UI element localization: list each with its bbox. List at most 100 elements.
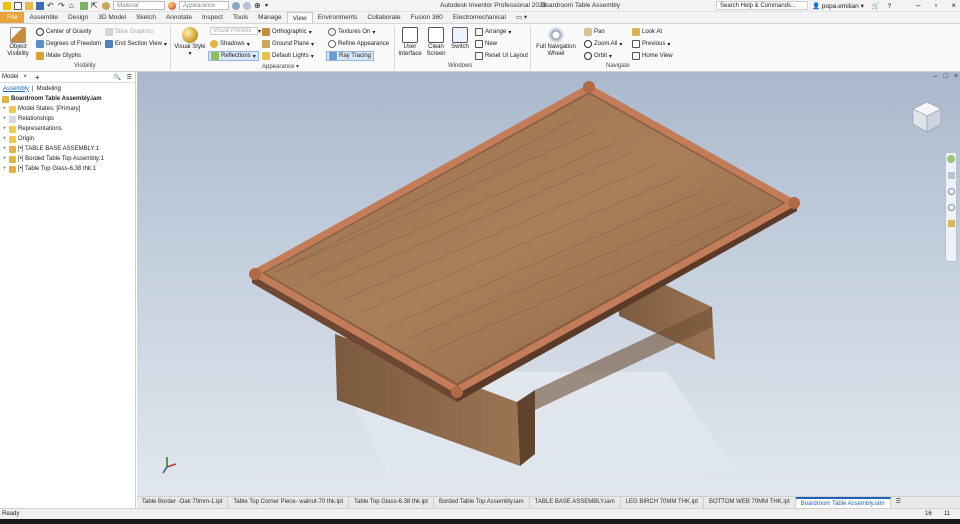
- tree-item[interactable]: + Representations: [2, 124, 135, 134]
- tab-assemble[interactable]: Assemble: [24, 12, 63, 23]
- ribbon-options-icon[interactable]: ▭ ▾: [511, 12, 532, 23]
- document-tab[interactable]: Table Border -Oak 70mm-1.ipt: [137, 497, 229, 508]
- tab-annotate[interactable]: Annotate: [161, 12, 197, 23]
- ground-plane-button[interactable]: Ground Plane ▾: [262, 40, 314, 48]
- restore-icon[interactable]: □: [944, 73, 948, 80]
- refine-appearance-button[interactable]: Refine Appearance: [328, 40, 389, 48]
- visual-style-button[interactable]: Visual Style ▾: [173, 27, 207, 58]
- shadows-button[interactable]: Shadows ▾: [210, 40, 250, 48]
- tab-file[interactable]: File: [0, 12, 25, 23]
- reflections-button[interactable]: Reflections ▾: [208, 51, 259, 61]
- default-lights-button[interactable]: Default Lights ▾: [262, 52, 314, 60]
- switch-button[interactable]: Switch: [449, 27, 471, 51]
- zoom-all-button[interactable]: Zoom All ▾: [584, 40, 622, 48]
- tree-item[interactable]: + Model States: [Primary]: [2, 104, 135, 114]
- expand-icon[interactable]: +: [2, 136, 7, 142]
- tab-environments[interactable]: Environments: [313, 12, 363, 23]
- navigation-bar[interactable]: [945, 152, 957, 262]
- tree-item[interactable]: + [•] Borded Table Top Assembly:1: [2, 154, 135, 164]
- home-view-button[interactable]: Home View: [632, 52, 673, 60]
- new-file-icon[interactable]: [14, 1, 22, 10]
- menu-icon[interactable]: ☰: [127, 74, 132, 81]
- help-icon[interactable]: ?: [888, 3, 892, 10]
- pan-button[interactable]: Pan: [584, 28, 605, 36]
- tree-item[interactable]: + [•] TABLE BASE ASSEMBLY:1: [2, 144, 135, 154]
- expand-icon[interactable]: +: [2, 146, 7, 152]
- tab-manage[interactable]: Manage: [253, 12, 287, 23]
- customize-qa-icon[interactable]: ▾: [265, 2, 273, 10]
- end-section-view-button[interactable]: End Section View ▾: [105, 40, 167, 48]
- arrange-button[interactable]: Arrange ▾: [475, 28, 511, 36]
- look-at-button[interactable]: Look At: [632, 28, 662, 36]
- orbit-button[interactable]: Orbit ▾: [584, 52, 612, 60]
- update-icon[interactable]: [80, 1, 88, 10]
- tree-root[interactable]: Boardroom Table Assembly.iam: [2, 94, 135, 104]
- search-icon[interactable]: 🔍: [114, 74, 121, 81]
- tab-tools[interactable]: Tools: [228, 12, 253, 23]
- pan-icon[interactable]: [947, 172, 955, 179]
- tab-assembly[interactable]: Assembly: [3, 86, 29, 92]
- clean-screen-button[interactable]: Clean Screen: [424, 27, 448, 58]
- document-tab[interactable]: Borded Table Top Assembly.iam: [434, 497, 530, 508]
- redo-icon[interactable]: ↷: [58, 1, 66, 10]
- textures-on-button[interactable]: Textures On ▾: [328, 28, 375, 36]
- expand-icon[interactable]: +: [2, 106, 7, 112]
- help-search-input[interactable]: Search Help & Commands...: [716, 1, 808, 10]
- visual-presets-combo[interactable]: Visual Presets: [210, 27, 258, 35]
- user-interface-button[interactable]: User Interface: [397, 27, 423, 58]
- close-icon[interactable]: ×: [23, 74, 27, 80]
- tab-3d-model[interactable]: 3D Model: [93, 12, 131, 23]
- orbit-icon[interactable]: [947, 204, 955, 211]
- select-icon[interactable]: ⇱: [91, 1, 99, 10]
- orthographic-button[interactable]: Orthographic ▾: [262, 28, 312, 36]
- minimize-icon[interactable]: –: [934, 73, 938, 80]
- document-tab[interactable]: BOTTOM WEB 70MM THK.ipt: [704, 497, 796, 508]
- previous-view-button[interactable]: Previous ▾: [632, 40, 670, 48]
- center-of-gravity-button[interactable]: Center of Gravity: [36, 28, 91, 36]
- zoom-icon[interactable]: [947, 188, 955, 195]
- appearance-combo[interactable]: Appearance: [179, 1, 229, 10]
- cart-icon[interactable]: 🛒: [872, 3, 880, 10]
- document-tab[interactable]: Table Top Glass-6.38 thk.ipt: [349, 497, 434, 508]
- tree-item[interactable]: + [•] Table Top Glass-6.38 thk:1: [2, 164, 135, 174]
- measure-icon[interactable]: ⊕: [254, 1, 262, 10]
- user-account[interactable]: 👤 popa.emilian ▾ 🛒 ?: [812, 2, 891, 10]
- expand-icon[interactable]: +: [2, 166, 7, 172]
- adjust-icon[interactable]: [243, 1, 251, 10]
- tab-design[interactable]: Design: [63, 12, 93, 23]
- material-combo[interactable]: Material: [113, 1, 165, 10]
- object-visibility-button[interactable]: Object Visibility: [4, 27, 32, 58]
- color-swatch-icon[interactable]: [102, 1, 110, 10]
- ray-tracing-button[interactable]: Ray Tracing: [326, 51, 375, 61]
- close-icon[interactable]: ×: [951, 1, 956, 10]
- expand-icon[interactable]: +: [2, 116, 7, 122]
- save-icon[interactable]: [36, 1, 44, 10]
- degrees-of-freedom-button[interactable]: Degrees of Freedom: [36, 40, 101, 48]
- tab-collaborate[interactable]: Collaborate: [362, 12, 405, 23]
- visual-presets-dropdown[interactable]: ▾: [258, 28, 261, 35]
- open-folder-icon[interactable]: [25, 1, 33, 10]
- tree-item[interactable]: + Origin: [2, 134, 135, 144]
- table-model[interactable]: [137, 72, 960, 496]
- minimize-icon[interactable]: –: [916, 1, 920, 10]
- tab-view[interactable]: View: [286, 12, 313, 23]
- menu-icon[interactable]: ☰: [891, 497, 906, 508]
- expand-icon[interactable]: +: [2, 156, 7, 162]
- maximize-icon[interactable]: ▫: [934, 1, 937, 10]
- graphics-viewport[interactable]: – □ ×: [137, 72, 960, 496]
- imate-glyphs-button[interactable]: iMate Glyphs: [36, 52, 81, 60]
- document-tab[interactable]: Boardroom Table Assembly.iam: [795, 497, 891, 508]
- reset-ui-layout-button[interactable]: Reset UI Layout: [475, 52, 528, 60]
- expand-icon[interactable]: +: [2, 126, 7, 132]
- add-icon[interactable]: +: [35, 73, 40, 82]
- close-icon[interactable]: ×: [954, 73, 958, 80]
- tab-modeling[interactable]: Modeling: [37, 86, 61, 92]
- app-logo-icon[interactable]: [3, 1, 11, 10]
- clear-appearance-icon[interactable]: [232, 1, 240, 10]
- tree-item[interactable]: + Relationships: [2, 114, 135, 124]
- steering-wheel-icon[interactable]: [947, 155, 955, 163]
- home-icon[interactable]: ⌂: [69, 1, 77, 10]
- view-cube[interactable]: [912, 101, 942, 133]
- tab-sketch[interactable]: Sketch: [131, 12, 161, 23]
- document-tab[interactable]: TABLE BASE ASSEMBLY.iam: [530, 497, 621, 508]
